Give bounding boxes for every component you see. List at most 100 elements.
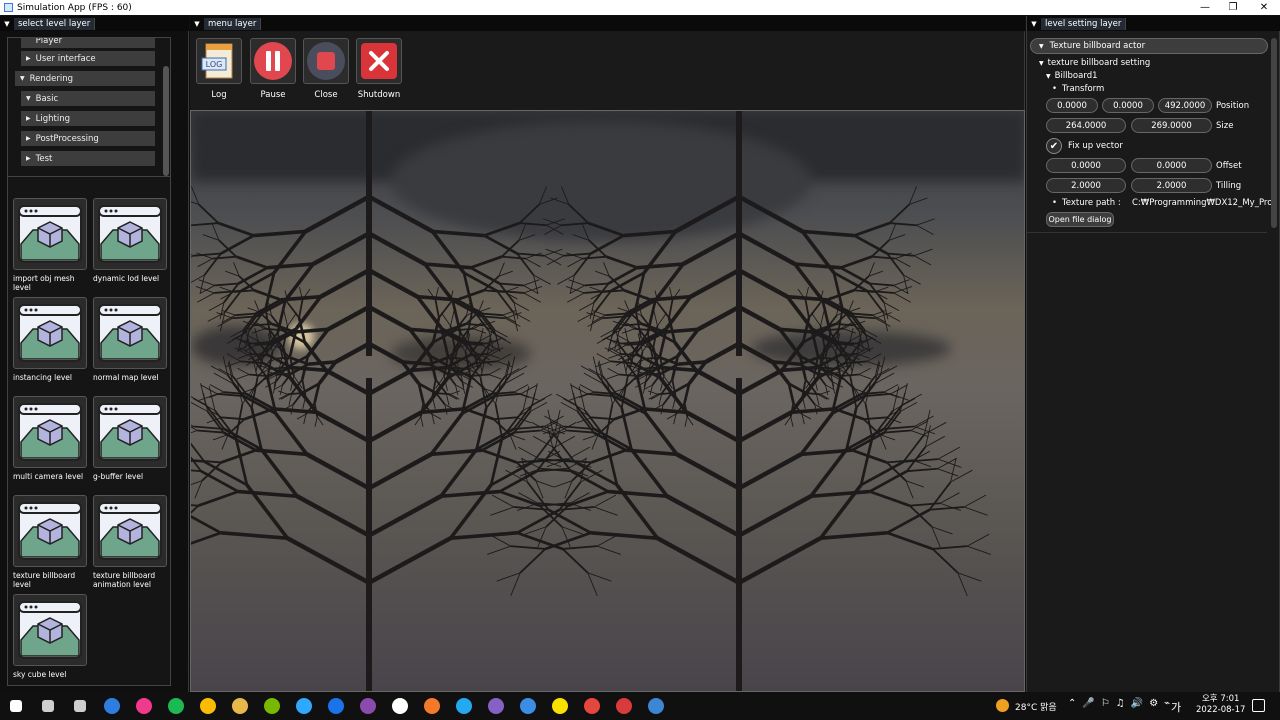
level-item[interactable]: texture billboard level xyxy=(13,495,87,589)
render-viewport[interactable] xyxy=(190,110,1025,692)
level-item[interactable]: import obj mesh level xyxy=(13,198,87,292)
file-explorer-icon[interactable] xyxy=(224,692,256,720)
search-icon[interactable] xyxy=(32,692,64,720)
tree-node-rendering[interactable]: ▼ Rendering xyxy=(15,71,155,86)
level-thumbnail[interactable] xyxy=(13,297,87,369)
level-tree[interactable]: ▶Player ▶User interface ▼Rendering ▼Basi… xyxy=(7,37,171,187)
level-thumbnail[interactable] xyxy=(93,495,167,567)
panel-title: menu layer xyxy=(204,17,262,30)
level-item[interactable]: normal map level xyxy=(93,297,167,382)
kakaotalk-icon[interactable] xyxy=(544,692,576,720)
level-thumbnail[interactable] xyxy=(93,297,167,369)
offset-y-field[interactable]: 0.0000 xyxy=(1131,158,1212,173)
tree-node-user-interface[interactable]: ▶ User interface xyxy=(21,51,155,66)
setting-node[interactable]: ▼ texture billboard setting xyxy=(1039,58,1150,68)
tree-node-postprocessing[interactable]: ▶ PostProcessing xyxy=(21,131,155,146)
size-x-field[interactable]: 264.0000 xyxy=(1046,118,1126,133)
github-icon[interactable] xyxy=(352,692,384,720)
itunes-icon[interactable] xyxy=(128,692,160,720)
simulation-app-icon[interactable] xyxy=(640,692,672,720)
level-item[interactable]: texture billboard animation level xyxy=(93,495,167,589)
tree-scrollbar[interactable] xyxy=(163,66,169,176)
collapse-arrow-icon[interactable]: ▼ xyxy=(1027,20,1041,28)
tree-node-basic[interactable]: ▼ Basic xyxy=(21,91,155,106)
spotify-icon[interactable] xyxy=(160,692,192,720)
shutdown-button[interactable]: Shutdown xyxy=(356,38,402,100)
actor-header[interactable]: ▼ Texture billboard actor xyxy=(1030,38,1268,54)
panel-title: select level layer xyxy=(14,17,96,30)
fix-up-vector-checkbox[interactable]: ✔ xyxy=(1046,138,1062,154)
level-thumbnail[interactable] xyxy=(93,198,167,270)
task-view-icon[interactable] xyxy=(64,692,96,720)
chrome-icon[interactable] xyxy=(192,692,224,720)
window-title: Simulation App (FPS : 60) xyxy=(17,2,132,13)
level-thumbnail[interactable] xyxy=(13,198,87,270)
vscode-icon[interactable] xyxy=(448,692,480,720)
tree-billboard-bottom-left xyxy=(191,286,621,691)
settings-scrollbar[interactable] xyxy=(1271,38,1277,228)
level-name: normal map level xyxy=(93,373,159,382)
level-thumbnail[interactable] xyxy=(93,396,167,468)
tilling-y-field[interactable]: 2.0000 xyxy=(1131,178,1212,193)
nvidia-icon[interactable] xyxy=(256,692,288,720)
level-setting-panel: ▼ level setting layer ▼ Texture billboard… xyxy=(1026,16,1280,692)
level-thumbnail[interactable] xyxy=(13,495,87,567)
level-window-icon xyxy=(98,205,162,263)
todo-icon[interactable] xyxy=(96,692,128,720)
offset-x-field[interactable]: 0.0000 xyxy=(1046,158,1126,173)
pen-icon[interactable] xyxy=(608,692,640,720)
close-window-button[interactable]: ✕ xyxy=(1249,0,1279,15)
tree-node-test[interactable]: ▶ Test xyxy=(21,151,155,166)
photoshop-icon[interactable] xyxy=(288,692,320,720)
system-tray-icons[interactable]: ⌃🎤⚐♫🔊⚙⌁ xyxy=(1068,698,1176,709)
billboard-node[interactable]: ▼ Billboard1 xyxy=(1046,71,1098,81)
close-label: Close xyxy=(314,90,338,100)
tree-node-player[interactable]: ▶Player xyxy=(21,38,155,48)
chevron-down-icon: ▼ xyxy=(1039,60,1044,67)
chevron-right-icon: ▶ xyxy=(26,155,31,162)
tree-node-lighting[interactable]: ▶ Lighting xyxy=(21,111,155,126)
offset-label: Offset xyxy=(1216,161,1242,171)
krita-icon[interactable] xyxy=(512,692,544,720)
collapse-arrow-icon[interactable]: ▼ xyxy=(0,20,14,28)
chevron-down-icon: ▼ xyxy=(1046,73,1051,80)
language-indicator[interactable]: 가 xyxy=(1171,699,1181,715)
position-x-field[interactable]: 0.0000 xyxy=(1046,98,1098,113)
close-button[interactable]: Close xyxy=(303,38,349,100)
open-file-dialog-button[interactable]: Open file dialog xyxy=(1046,212,1114,227)
level-window-icon xyxy=(98,304,162,362)
level-thumbnail[interactable] xyxy=(13,396,87,468)
tilling-x-field[interactable]: 2.0000 xyxy=(1046,178,1126,193)
position-y-field[interactable]: 0.0000 xyxy=(1102,98,1154,113)
level-grid: import obj mesh level dynamic lod level in… xyxy=(7,176,171,686)
clock-date: 2022-08-17 xyxy=(1196,705,1246,715)
chevron-down-icon: ▼ xyxy=(20,75,25,82)
level-item[interactable]: multi camera level xyxy=(13,396,87,481)
maximize-button[interactable]: ❐ xyxy=(1218,0,1248,15)
level-item[interactable]: instancing level xyxy=(13,297,87,382)
visual-studio-icon[interactable] xyxy=(480,692,512,720)
minimize-button[interactable]: — xyxy=(1190,0,1220,15)
windows-start-icon[interactable] xyxy=(0,692,32,720)
log-button[interactable]: LOG Log xyxy=(196,38,242,100)
notification-icon[interactable] xyxy=(1252,699,1265,712)
checkmark-icon: ✔ xyxy=(1049,140,1059,152)
collapse-arrow-icon[interactable]: ▼ xyxy=(190,20,204,28)
weather-text[interactable]: 28°C 맑음 xyxy=(1015,700,1057,713)
unreal-icon[interactable] xyxy=(384,692,416,720)
clock-icon[interactable] xyxy=(576,692,608,720)
stop-icon xyxy=(307,42,345,80)
maps-icon[interactable] xyxy=(320,692,352,720)
level-item[interactable]: sky cube level xyxy=(13,594,87,679)
size-y-field[interactable]: 269.0000 xyxy=(1131,118,1212,133)
level-item[interactable]: g-buffer level xyxy=(93,396,167,481)
weather-sun-icon[interactable] xyxy=(996,699,1009,712)
pause-button[interactable]: Pause xyxy=(250,38,296,100)
position-z-field[interactable]: 492.0000 xyxy=(1158,98,1212,113)
fix-up-vector-label: Fix up vector xyxy=(1068,141,1123,151)
chevron-down-icon: ▼ xyxy=(1039,42,1044,50)
clock[interactable]: 오후 7:01 2022-08-17 xyxy=(1196,694,1245,716)
blender-icon[interactable] xyxy=(416,692,448,720)
level-item[interactable]: dynamic lod level xyxy=(93,198,167,283)
level-thumbnail[interactable] xyxy=(13,594,87,666)
